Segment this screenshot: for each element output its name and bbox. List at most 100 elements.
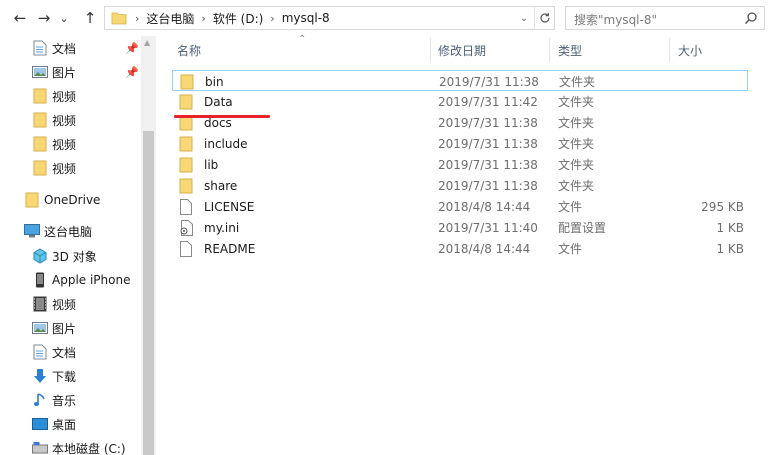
file-type: 文件夹 xyxy=(558,116,595,130)
folder-icon xyxy=(178,94,194,110)
refresh-icon xyxy=(539,13,550,23)
sidebar-item-label: 视频 xyxy=(52,137,77,152)
file-name: my.ini xyxy=(204,220,240,235)
column-header-type[interactable]: 类型 xyxy=(558,36,582,64)
breadcrumb-separator: › xyxy=(135,11,140,25)
file-name-cell: include xyxy=(178,133,247,154)
column-header-name[interactable]: 名称 xyxy=(177,36,201,64)
breadcrumb-mysql-8[interactable]: mysql-8 xyxy=(282,11,330,25)
file-row-license[interactable]: LICENSE 2018/4/8 14:44 文件 295 KB xyxy=(172,196,748,217)
column-header-size[interactable]: 大小 xyxy=(678,36,702,64)
sidebar-scrollbar-thumb[interactable] xyxy=(143,131,154,455)
address-toolbar: ← → ⌄ ↑ › 这台电脑 › 软件 (D:) › mysql-8 ⌄ 搜索"… xyxy=(0,0,776,36)
folder-icon xyxy=(178,136,194,152)
file-date: 2018/4/8 14:44 xyxy=(438,199,531,214)
breadcrumb: › 这台电脑 › 软件 (D:) › mysql-8 xyxy=(135,7,330,29)
chevron-down-icon: ⌄ xyxy=(519,12,529,24)
sidebar-item-music[interactable]: 音乐 xyxy=(32,389,76,411)
pin-icon[interactable]: 📌 xyxy=(125,42,139,55)
folder-icon xyxy=(32,136,48,152)
file-row-lib[interactable]: lib 2019/7/31 11:38 文件夹 xyxy=(172,154,748,175)
pin-icon[interactable]: 📌 xyxy=(125,66,139,79)
search-box[interactable]: 搜索"mysql-8" xyxy=(565,6,765,30)
file-size xyxy=(664,112,744,133)
sidebar-item-apple-iphone[interactable]: Apple iPhone xyxy=(32,269,130,291)
recent-locations-button[interactable]: ⌄ xyxy=(58,8,70,28)
file-name: Data xyxy=(204,94,233,109)
sidebar-item-label: 这台电脑 xyxy=(44,224,93,239)
file-icon xyxy=(178,240,194,257)
sidebar-item-onedrive[interactable]: OneDrive xyxy=(24,189,100,211)
sidebar-item-label: Apple iPhone xyxy=(52,273,131,287)
file-size xyxy=(664,154,744,175)
breadcrumb-separator[interactable]: › xyxy=(270,12,274,25)
file-row-bin[interactable]: bin 2019/7/31 11:38 文件夹 xyxy=(172,70,748,91)
sidebar-item-documents[interactable]: 文档 xyxy=(32,37,76,59)
file-date: 2019/7/31 11:38 xyxy=(438,178,538,193)
file-type: 文件夹 xyxy=(558,95,595,109)
sidebar-item-downloads[interactable]: 下载 xyxy=(32,365,76,387)
sidebar-item-documents[interactable]: 文档 xyxy=(32,341,76,363)
breadcrumb-drive-d[interactable]: 软件 (D:) xyxy=(213,10,263,27)
sort-ascending-icon: ⌃ xyxy=(298,34,307,45)
file-size xyxy=(664,91,744,112)
file-row-data[interactable]: Data 2019/7/31 11:42 文件夹 xyxy=(172,91,748,112)
file-type: 文件 xyxy=(558,242,583,256)
file-type: 文件 xyxy=(558,200,583,214)
file-name-cell: LICENSE xyxy=(178,196,254,217)
scroll-up-icon[interactable]: ▲ xyxy=(144,38,150,47)
sidebar-item-local-disk-c[interactable]: 本地磁盘 (C:) xyxy=(32,437,126,455)
file-list-pane: ⌃ 名称 修改日期 类型 大小 bin 2019/7/31 11:38 文件夹 … xyxy=(158,34,776,455)
up-button[interactable]: ↑ xyxy=(80,8,100,28)
sidebar-item-label: 文档 xyxy=(52,345,77,360)
file-size xyxy=(663,71,743,92)
up-arrow-icon: ↑ xyxy=(83,8,97,27)
settings-file-icon xyxy=(178,219,194,236)
refresh-button[interactable] xyxy=(534,7,554,29)
column-divider[interactable] xyxy=(669,38,670,62)
pictures-icon xyxy=(32,64,48,80)
back-button[interactable]: ← xyxy=(10,8,30,28)
sidebar-item-label: 视频 xyxy=(52,161,77,176)
sidebar-item-desktop[interactable]: 桌面 xyxy=(32,413,76,435)
breadcrumb-separator[interactable]: › xyxy=(201,12,205,25)
file-size: 1 KB xyxy=(716,241,744,256)
sidebar-item-videos-folder[interactable]: 视频 xyxy=(32,133,76,155)
file-type: 文件夹 xyxy=(558,179,595,193)
breadcrumb-this-pc[interactable]: 这台电脑 xyxy=(146,10,194,27)
sidebar-item-label: 图片 xyxy=(52,65,77,80)
music-icon xyxy=(32,392,48,408)
folder-icon xyxy=(32,88,48,104)
sidebar-item-label: 视频 xyxy=(52,297,77,312)
file-date: 2019/7/31 11:40 xyxy=(438,220,538,235)
file-date: 2018/4/8 14:44 xyxy=(438,241,531,256)
sidebar-item-videos-folder[interactable]: 视频 xyxy=(32,85,76,107)
sidebar-item-videos[interactable]: 视频 xyxy=(32,293,76,315)
sidebar-item-label: OneDrive xyxy=(44,193,101,207)
folder-icon xyxy=(32,112,48,128)
file-row-share[interactable]: share 2019/7/31 11:38 文件夹 xyxy=(172,175,748,196)
computer-icon xyxy=(24,223,40,239)
sidebar-item-videos-folder[interactable]: 视频 xyxy=(32,157,76,179)
file-date: 2019/7/31 11:38 xyxy=(438,157,538,172)
file-row-readme[interactable]: README 2018/4/8 14:44 文件 1 KB xyxy=(172,238,748,259)
forward-button[interactable]: → xyxy=(34,8,54,28)
download-icon xyxy=(32,368,48,384)
sidebar-item-label: 视频 xyxy=(52,89,77,104)
column-divider[interactable] xyxy=(430,38,431,62)
file-row-my-ini[interactable]: my.ini 2019/7/31 11:40 配置设置 1 KB xyxy=(172,217,748,238)
file-name-cell: bin xyxy=(179,71,224,92)
sidebar-item-pictures[interactable]: 图片 xyxy=(32,61,76,83)
column-header-date[interactable]: 修改日期 xyxy=(438,36,486,64)
phone-icon xyxy=(32,272,48,288)
address-history-dropdown[interactable]: ⌄ xyxy=(516,7,532,29)
videos-icon xyxy=(32,296,48,312)
address-bar[interactable]: › 这台电脑 › 软件 (D:) › mysql-8 ⌄ xyxy=(104,6,555,30)
file-row-include[interactable]: include 2019/7/31 11:38 文件夹 xyxy=(172,133,748,154)
column-divider[interactable] xyxy=(549,38,550,62)
sidebar-item-this-pc[interactable]: 这台电脑 xyxy=(24,220,92,242)
sidebar-item-pictures[interactable]: 图片 xyxy=(32,317,76,339)
sidebar-item-videos-folder[interactable]: 视频 xyxy=(32,109,76,131)
search-placeholder: 搜索"mysql-8" xyxy=(574,13,657,27)
sidebar-item-3d-objects[interactable]: 3D 对象 xyxy=(32,245,97,267)
